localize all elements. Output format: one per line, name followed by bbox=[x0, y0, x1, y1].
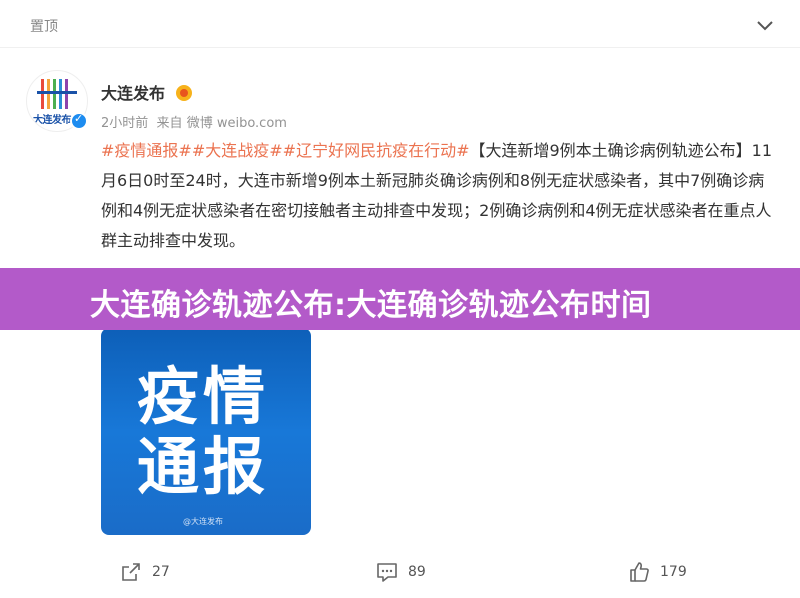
action-bar: 27 89 179 bbox=[0, 555, 800, 589]
comment-icon bbox=[377, 563, 397, 582]
image-watermark: @大连发布 bbox=[183, 517, 223, 526]
account-name[interactable]: 大连发布 bbox=[101, 80, 165, 104]
like-icon bbox=[630, 562, 649, 582]
comment-count: 89 bbox=[408, 564, 426, 580]
post-time[interactable]: 2小时前 bbox=[101, 116, 148, 131]
top-bar: 置顶 bbox=[0, 0, 800, 48]
post-content: #疫情通报##大连战疫##辽宁好网民抗疫在行动#【大连新增9例本土确诊病例轨迹公… bbox=[101, 136, 773, 256]
overlay-banner: 大连确诊轨迹公布:大连确诊轨迹公布时间 bbox=[0, 268, 800, 330]
vip-badge-icon[interactable] bbox=[174, 84, 194, 102]
pinned-label: 置顶 bbox=[30, 19, 58, 35]
post-meta: 2小时前 来自 微博 weibo.com bbox=[101, 112, 287, 131]
comment-button[interactable]: 89 bbox=[376, 555, 426, 589]
post-image[interactable]: 疫情 通报 @大连发布 bbox=[101, 328, 311, 535]
hashtag-1[interactable]: #疫情通报# bbox=[101, 141, 192, 160]
source-prefix: 来自 bbox=[156, 116, 183, 131]
chevron-down-icon[interactable] bbox=[754, 14, 776, 36]
hashtag-3[interactable]: #辽宁好网民抗疫在行动# bbox=[283, 141, 470, 160]
repost-button[interactable]: 27 bbox=[120, 555, 170, 589]
repost-icon bbox=[122, 563, 140, 581]
avatar-logo-icon bbox=[37, 79, 77, 109]
verified-icon: ✓ bbox=[70, 112, 88, 130]
like-button[interactable]: 179 bbox=[628, 555, 687, 589]
post-source: 微博 weibo.com bbox=[186, 116, 287, 131]
repost-count: 27 bbox=[152, 564, 170, 580]
image-text-line2: 通报 bbox=[137, 430, 270, 503]
hashtag-2[interactable]: #大连战疫# bbox=[192, 141, 283, 160]
overlay-title: 大连确诊轨迹公布:大连确诊轨迹公布时间 bbox=[90, 288, 652, 323]
avatar-text: 大连发布 bbox=[33, 115, 72, 126]
like-count: 179 bbox=[660, 564, 687, 580]
